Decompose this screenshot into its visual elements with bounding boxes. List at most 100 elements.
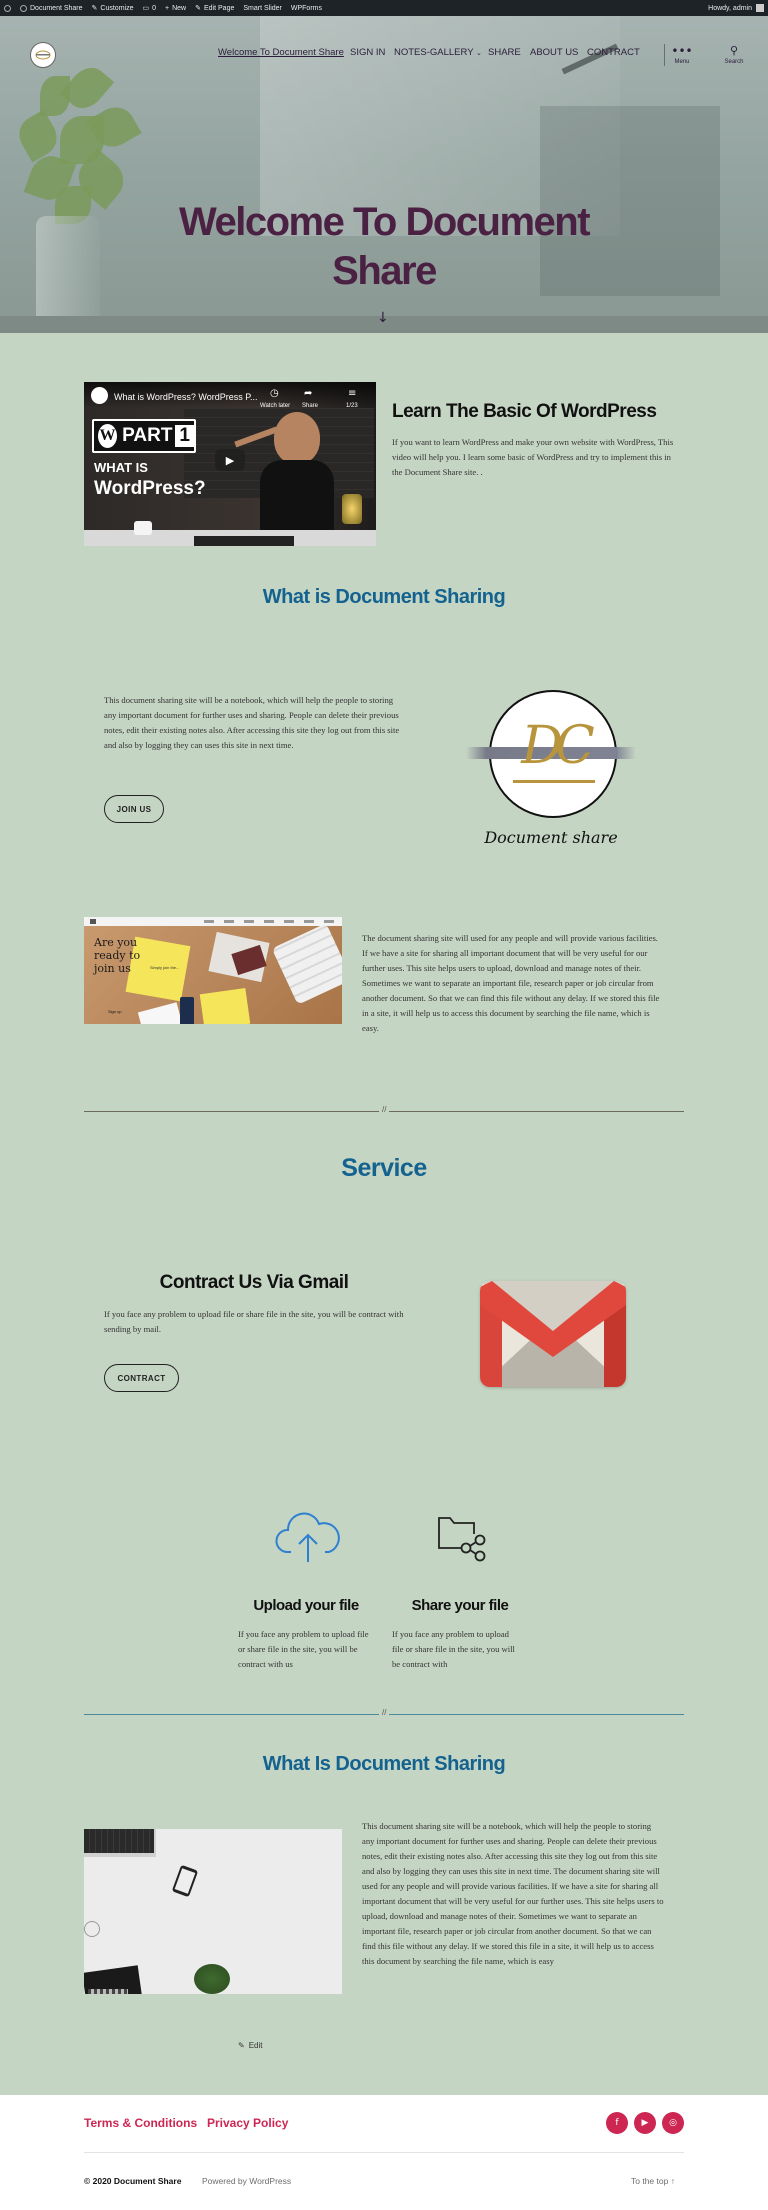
cloud-upload-icon [275,1510,341,1564]
edit-label: Edit [248,2041,263,2050]
separator: // [84,1105,684,1114]
page-title-line-1: Welcome To Document [178,200,591,244]
search-icon: ⚲ [729,44,739,57]
video-title[interactable]: What is WordPress? WordPress P... [114,392,258,402]
footer-terms-link[interactable]: Terms & Conditions [84,2116,197,2130]
wordpress-logo-icon[interactable] [4,4,11,12]
footer-powered-by[interactable]: Powered by WordPress [202,2176,291,2186]
admin-customize[interactable]: ✎ Customize [91,4,134,13]
search-label: Search [724,59,744,65]
section2-text: The document sharing site will used for … [362,933,660,1033]
nav-notes-gallery[interactable]: NOTES-GALLERY ⌄ [394,47,482,58]
section1-text: This document sharing site will be a not… [104,695,400,750]
clock-icon[interactable]: ◷ [270,388,279,399]
separator-2: // [84,1708,684,1717]
mockup-note: Simply join the... [150,965,180,970]
nav-about-us[interactable]: ABOUT US [530,47,578,58]
contract-button[interactable]: CONTRACT [104,1364,179,1392]
edit-icon: ✎ [238,2041,245,2050]
comment-icon: ▭ [142,5,150,12]
admin-account[interactable]: Howdy, admin [708,4,764,12]
feature-share-text: If you face any problem to upload file o… [392,1629,515,1669]
footer-divider [84,2152,684,2153]
footer-privacy-link[interactable]: Privacy Policy [207,2116,288,2130]
admin-customize-label: Customize [100,4,134,12]
section3-text: This document sharing site will be a not… [362,1821,664,1966]
edit-link[interactable]: ✎ Edit [238,2041,263,2050]
desk-workspace-image [84,1829,342,1994]
video-wordpress: WordPress? [94,478,206,499]
presenter-face [274,412,320,464]
youtube-video-embed[interactable]: What is WordPress? WordPress P... ◷ Watc… [84,382,376,546]
avatar [756,4,764,12]
channel-avatar[interactable] [91,387,108,404]
admin-wpforms[interactable]: WPForms [291,5,322,12]
arrow-down-icon[interactable]: ↓ [377,310,389,326]
to-the-top-link[interactable]: To the top ↑ [631,2176,675,2186]
brush-icon: ✎ [91,5,98,12]
admin-bar: Document Share ✎ Customize ▭ 0 + New ✎ Edit … [0,0,768,16]
feature-upload-title: Upload your file [253,1597,359,1614]
join-us-mockup-image: Are you ready to join us Simply join the… [84,917,342,1024]
part-label: PART [122,425,173,446]
learn-heading: Learn The Basic Of WordPress [392,401,657,422]
nav-share[interactable]: SHARE [488,47,521,58]
admin-smart-slider[interactable]: Smart Slider [243,5,282,12]
admin-new-label: New [172,4,187,12]
pencil-icon: ✎ [195,5,201,12]
instagram-icon[interactable]: ◎ [662,2112,684,2134]
document-share-logo: DC Document share [466,688,636,858]
separator-mark-2: // [379,1708,390,1717]
admin-edit-page[interactable]: ✎ Edit Page [195,4,235,13]
chevron-down-icon: ⌄ [476,50,482,57]
admin-site-name[interactable]: Document Share [20,4,83,12]
admin-new[interactable]: + New [165,5,186,12]
nav-sign-in[interactable]: SIGN IN [350,47,385,58]
service-heading: Service [341,1154,427,1182]
play-icon[interactable]: ▶ [215,449,245,471]
nav-contract[interactable]: CONTRACT [587,47,640,58]
logo-caption: Document share [484,828,618,847]
video-what-is: WHAT IS [94,460,148,475]
feature-upload-text: If you face any problem to upload file o… [238,1629,369,1669]
part-number: 1 [175,425,194,447]
playlist-counter: 1/23 [346,403,358,409]
search-button[interactable]: ⚲ Search [719,44,749,65]
gmail-heading: Contract Us Via Gmail [159,1272,349,1293]
admin-site-name-label: Document Share [30,4,83,12]
mockup-signup: Sign up [108,1009,122,1014]
part-badge: W PART 1 [92,419,196,453]
page-title: Welcome To Document Share [0,198,768,296]
menu-button[interactable]: ••• Menu [667,44,697,65]
share-label: Share [302,403,319,409]
youtube-icon[interactable]: ▶ [634,2112,656,2134]
section1-heading: What is Document Sharing [262,586,506,608]
feature-share-title: Share your file [411,1597,509,1614]
gmail-logo [480,1281,626,1387]
watch-later-label: Watch later [260,403,291,409]
nav-notes-gallery-label: NOTES-GALLERY [394,47,474,58]
wordpress-logo-icon: W [98,424,118,448]
nav-home[interactable]: Welcome To Document Share [218,47,344,58]
admin-edit-page-label: Edit Page [204,4,235,12]
learn-text: If you want to learn WordPress and make … [392,437,674,477]
share-icon[interactable]: ➦ [304,388,312,399]
separator-mark: // [379,1105,390,1114]
admin-comments[interactable]: ▭ 0 [142,4,157,13]
menu-label: Menu [674,59,690,65]
home-icon [20,4,27,12]
join-us-button[interactable]: JOIN US [104,795,164,823]
playlist-icon[interactable]: ≡ [348,388,356,399]
footer-copyright: © 2020 Document Share [84,2176,182,2186]
facebook-icon[interactable]: f [606,2112,628,2134]
admin-comments-count: 0 [152,4,157,12]
ellipsis-icon: ••• [671,44,693,58]
header-divider [664,44,665,66]
gmail-text: If you face any problem to upload file o… [104,1309,404,1334]
section3-heading: What Is Document Sharing [262,1753,506,1775]
page-title-line-2: Share [332,249,437,293]
plus-icon: + [165,4,170,12]
folder-share-icon [436,1514,486,1562]
site-logo[interactable] [30,42,56,68]
howdy-label: Howdy, admin [708,4,752,12]
